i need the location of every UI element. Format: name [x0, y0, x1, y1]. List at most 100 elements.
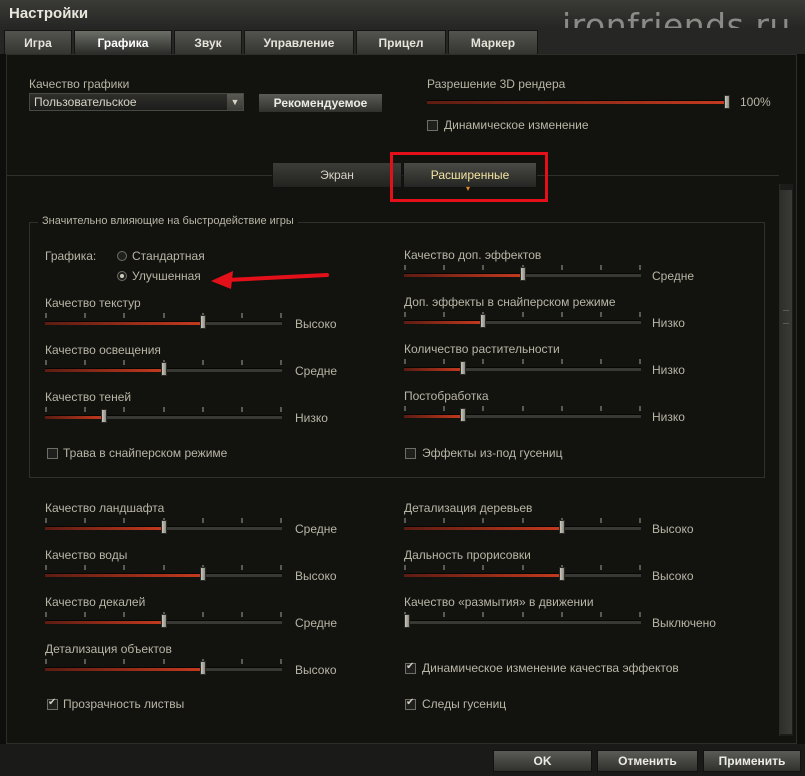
- slider-value: Низко: [652, 363, 685, 377]
- slider-thumb[interactable]: [559, 567, 565, 581]
- slider-thumb[interactable]: [161, 520, 167, 534]
- slider-tick: [280, 518, 282, 523]
- slider-tick: [639, 265, 641, 270]
- slider-thumb[interactable]: [101, 409, 107, 423]
- slider-tick: [241, 518, 243, 523]
- chevron-down-icon[interactable]: ▼: [227, 94, 243, 110]
- slider-tick: [443, 612, 445, 617]
- slider-tick: [123, 313, 125, 318]
- dynamic-effects-checkbox[interactable]: [405, 661, 416, 674]
- slider-thumb[interactable]: [520, 267, 526, 281]
- recommended-button[interactable]: Рекомендуемое: [258, 93, 383, 113]
- slider-tick: [639, 612, 641, 617]
- slider-track: [45, 321, 282, 325]
- setting-slider[interactable]: [45, 311, 282, 329]
- setting-slider[interactable]: [404, 310, 641, 328]
- slider-tick: [522, 565, 524, 570]
- slider-tick: [600, 312, 602, 317]
- slider-tick: [600, 359, 602, 364]
- slider-tick: [443, 312, 445, 317]
- scroll-grip-icon: [783, 310, 789, 324]
- slider-tick: [522, 518, 524, 523]
- slider-tick: [280, 407, 282, 412]
- slider-tick: [482, 565, 484, 570]
- slider-track: [404, 320, 641, 324]
- setting-slider[interactable]: [45, 516, 282, 534]
- setting-slider[interactable]: [45, 610, 282, 628]
- slider-tick: [84, 313, 86, 318]
- subtab-screen[interactable]: Экран: [272, 162, 402, 188]
- slider-track: [45, 667, 282, 671]
- setting-slider[interactable]: [404, 516, 641, 534]
- slider-tick: [600, 565, 602, 570]
- slider-thumb[interactable]: [480, 314, 486, 328]
- slider-tick: [443, 359, 445, 364]
- ok-button[interactable]: OK: [493, 750, 592, 772]
- tab-marker[interactable]: Маркер: [448, 30, 538, 54]
- slider-tick: [404, 359, 406, 364]
- slider-tick: [443, 406, 445, 411]
- slider-tick: [600, 518, 602, 523]
- slider-thumb[interactable]: [161, 362, 167, 376]
- tab-game[interactable]: Игра: [4, 30, 72, 54]
- setting-slider[interactable]: [45, 563, 282, 581]
- tab-sound[interactable]: Звук: [174, 30, 242, 54]
- foliage-transparency-checkbox[interactable]: [47, 697, 58, 710]
- setting-slider[interactable]: [404, 563, 641, 581]
- slider-label: Доп. эффекты в снайперском режиме: [404, 295, 616, 309]
- slider-tick: [404, 565, 406, 570]
- slider-thumb[interactable]: [460, 408, 466, 422]
- window-title: Настройки: [9, 5, 89, 22]
- slider-tick: [45, 565, 47, 570]
- scrollbar-thumb[interactable]: [780, 190, 792, 734]
- apply-button[interactable]: Применить: [703, 750, 801, 772]
- slider-thumb[interactable]: [200, 315, 206, 329]
- slider-label: Качество доп. эффектов: [404, 248, 542, 262]
- track-effects-checkbox[interactable]: [405, 448, 416, 459]
- slider-thumb[interactable]: [724, 95, 730, 109]
- slider-label: Качество ландшафта: [45, 501, 165, 515]
- slider-tick: [163, 407, 165, 412]
- slider-tick: [45, 518, 47, 523]
- slider-label: Постобработка: [404, 389, 489, 403]
- slider-thumb[interactable]: [200, 661, 206, 675]
- slider-tick: [123, 659, 125, 664]
- slider-tick: [84, 612, 86, 617]
- tab-graphics[interactable]: Графика: [74, 30, 172, 54]
- setting-slider[interactable]: [404, 263, 641, 281]
- setting-slider[interactable]: [45, 358, 282, 376]
- radio-improved[interactable]: [117, 271, 127, 281]
- slider-value: Средне: [295, 364, 338, 378]
- setting-slider[interactable]: [45, 657, 282, 675]
- slider-tick: [404, 312, 406, 317]
- tab-sight[interactable]: Прицел: [356, 30, 446, 54]
- slider-tick: [45, 407, 47, 412]
- tab-controls[interactable]: Управление: [244, 30, 354, 54]
- slider-tick: [163, 313, 165, 318]
- slider-tick: [123, 565, 125, 570]
- slider-fill: [404, 574, 562, 577]
- slider-label: Качество «размытия» в движении: [404, 595, 594, 609]
- slider-thumb[interactable]: [559, 520, 565, 534]
- setting-slider[interactable]: [404, 610, 641, 628]
- slider-tick: [482, 359, 484, 364]
- grass-sniper-checkbox[interactable]: [47, 448, 58, 459]
- slider-tick: [84, 518, 86, 523]
- slider-thumb[interactable]: [460, 361, 466, 375]
- dynamic-resolution-checkbox[interactable]: [427, 120, 438, 131]
- resolution-slider[interactable]: [427, 95, 730, 109]
- setting-slider[interactable]: [404, 404, 641, 422]
- slider-tick: [84, 360, 86, 365]
- slider-label: Дальность прорисовки: [404, 548, 531, 562]
- quality-select[interactable]: Пользовательское ▼: [29, 93, 244, 111]
- slider-tick: [280, 360, 282, 365]
- radio-standard[interactable]: [117, 251, 127, 261]
- slider-tick: [45, 360, 47, 365]
- setting-slider[interactable]: [45, 405, 282, 423]
- slider-thumb[interactable]: [161, 614, 167, 628]
- slider-thumb[interactable]: [404, 614, 410, 628]
- slider-thumb[interactable]: [200, 567, 206, 581]
- setting-slider[interactable]: [404, 357, 641, 375]
- track-marks-checkbox[interactable]: [405, 697, 416, 710]
- cancel-button[interactable]: Отменить: [597, 750, 698, 772]
